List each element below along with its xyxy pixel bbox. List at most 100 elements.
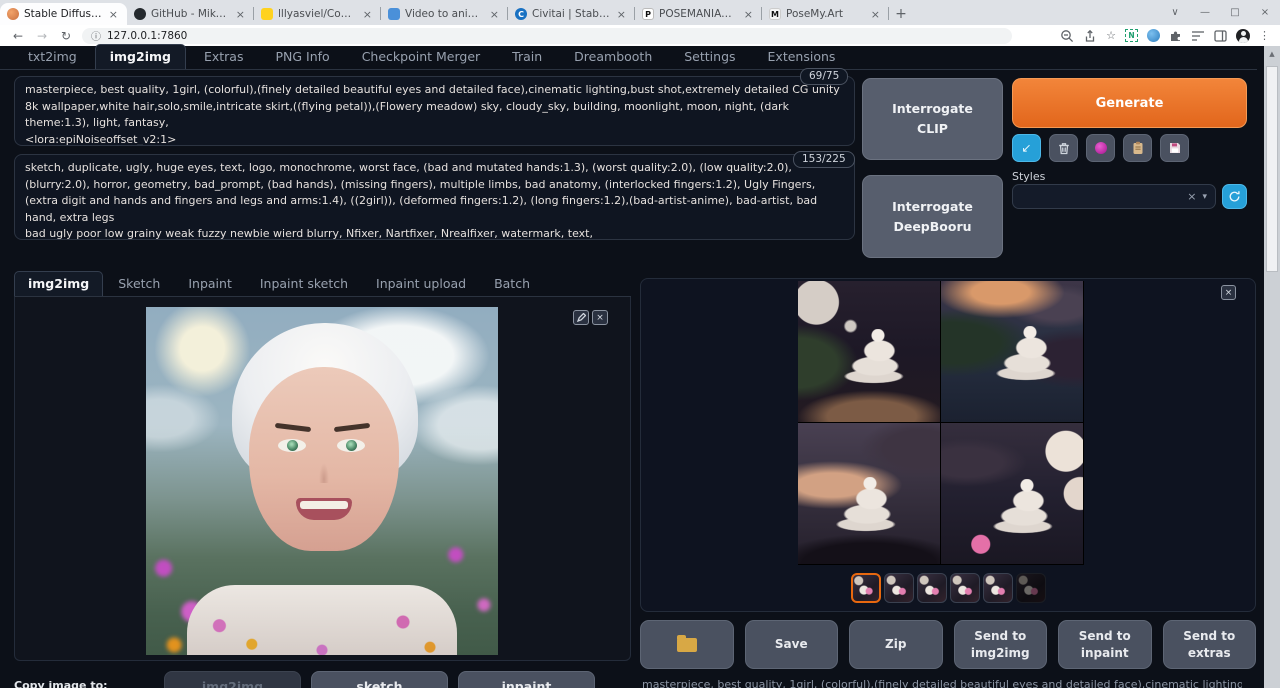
send-to-extras-button[interactable]: Send to extras — [1163, 620, 1257, 669]
folder-icon — [677, 638, 697, 652]
edit-image-button[interactable] — [573, 310, 589, 325]
tab-dreambooth[interactable]: Dreambooth — [560, 45, 666, 69]
favicon-posemyart: M — [769, 8, 781, 20]
save-button[interactable]: Save — [745, 620, 839, 669]
tab-png-info[interactable]: PNG Info — [261, 45, 343, 69]
browser-tab-github[interactable]: GitHub - Mikubill/sd-webui-con × — [127, 3, 254, 25]
browser-tab-posemyart[interactable]: M PoseMy.Art × — [762, 3, 889, 25]
site-info-icon[interactable]: ⓘ — [91, 28, 101, 43]
gallery-image-4[interactable] — [941, 423, 1083, 564]
webui-nav-tabs: txt2img img2img Extras PNG Info Checkpoi… — [0, 46, 1257, 70]
tab-title: lllyasviel/ControlNet at main — [278, 8, 356, 20]
interrogate-clip-button[interactable]: Interrogate CLIP — [862, 78, 1003, 160]
paste-params-button[interactable]: ↙ — [1012, 134, 1041, 162]
favicon-civitai: C — [515, 8, 527, 20]
browser-menu-icon[interactable]: ⋮ — [1259, 29, 1270, 42]
new-tab-button[interactable]: + — [889, 3, 913, 25]
browser-tab-civitai[interactable]: C Civitai | Stable Diffusion models × — [508, 3, 635, 25]
tab-txt2img[interactable]: txt2img — [14, 45, 91, 69]
apply-styles-button[interactable] — [1123, 134, 1152, 162]
thumbnail-2[interactable] — [884, 573, 914, 603]
zip-button[interactable]: Zip — [849, 620, 943, 669]
back-icon[interactable]: ← — [10, 29, 26, 43]
tab-inpaint[interactable]: Inpaint — [175, 272, 245, 296]
tab-search-chevron-icon[interactable]: ∨ — [1160, 7, 1190, 18]
thumbnail-6[interactable] — [1016, 573, 1046, 603]
send-to-inpaint-button[interactable]: Send to inpaint — [1058, 620, 1152, 669]
browser-tab-controlnet[interactable]: lllyasviel/ControlNet at main × — [254, 3, 381, 25]
negative-prompt-input[interactable]: sketch, duplicate, ugly, huge eyes, text… — [14, 154, 855, 240]
gallery-image-2[interactable] — [941, 281, 1083, 422]
minimize-icon[interactable]: — — [1190, 7, 1220, 18]
tab-close-icon[interactable]: × — [615, 8, 628, 21]
copy-to-sketch-button[interactable]: sketch — [311, 671, 448, 688]
gallery-grid-image[interactable] — [798, 281, 1084, 565]
paste-arrow-icon: ↙ — [1021, 141, 1031, 155]
thumbnail-5[interactable] — [983, 573, 1013, 603]
tab-sketch[interactable]: Sketch — [105, 272, 173, 296]
close-window-icon[interactable]: × — [1250, 7, 1280, 18]
scroll-up-icon[interactable]: ▲ — [1264, 46, 1280, 62]
scrollbar-thumb[interactable] — [1266, 66, 1278, 272]
extension-n-icon[interactable]: N — [1125, 29, 1138, 42]
thumbnail-3[interactable] — [917, 573, 947, 603]
prompt-input[interactable]: masterpiece, best quality, 1girl, (color… — [14, 76, 855, 146]
url-text: 127.0.0.1:7860 — [107, 30, 187, 42]
gallery-image-1[interactable] — [798, 281, 940, 422]
tab-close-icon[interactable]: × — [869, 8, 882, 21]
browser-tab-stable-diffusion[interactable]: Stable Diffusion × — [0, 3, 127, 25]
share-icon[interactable] — [1083, 29, 1097, 43]
reload-icon[interactable]: ↻ — [58, 29, 74, 43]
address-bar[interactable]: ⓘ 127.0.0.1:7860 — [82, 28, 1012, 44]
pencil-icon — [577, 313, 586, 322]
favicon-github — [134, 8, 146, 20]
thumbnail-1-selected[interactable] — [851, 573, 881, 603]
clear-prompt-button[interactable] — [1049, 134, 1078, 162]
page-scrollbar[interactable]: ▲ — [1264, 46, 1280, 688]
reading-list-icon[interactable] — [1191, 30, 1205, 42]
gallery-close-button[interactable]: × — [1221, 285, 1236, 300]
extension-blue-icon[interactable] — [1147, 29, 1160, 42]
browser-tab-posemaniacs[interactable]: P POSEMANIACS - Royalty free 3 × — [635, 3, 762, 25]
styles-dropdown[interactable]: × ▾ — [1012, 184, 1216, 209]
thumbnail-4[interactable] — [950, 573, 980, 603]
tab-img2img[interactable]: img2img — [95, 44, 186, 69]
tab-settings[interactable]: Settings — [670, 45, 749, 69]
tab-close-icon[interactable]: × — [742, 8, 755, 21]
extra-networks-button[interactable] — [1086, 134, 1115, 162]
browser-tab-gif-converter[interactable]: Video to animated GIF converter × — [381, 3, 508, 25]
tab-extensions[interactable]: Extensions — [754, 45, 850, 69]
generate-button[interactable]: Generate — [1012, 78, 1247, 128]
copy-to-img2img-button: img2img — [164, 671, 301, 688]
clipboard-icon — [1132, 141, 1144, 155]
tab-batch[interactable]: Batch — [481, 272, 543, 296]
tab-close-icon[interactable]: × — [107, 8, 120, 21]
tab-close-icon[interactable]: × — [488, 8, 501, 21]
bookmark-star-icon[interactable]: ☆ — [1106, 29, 1116, 42]
tab-img2img-mode[interactable]: img2img — [14, 271, 103, 296]
styles-clear-icon[interactable]: × — [1187, 190, 1196, 203]
zoom-icon[interactable] — [1060, 29, 1074, 43]
save-style-button[interactable] — [1160, 134, 1189, 162]
tab-inpaint-sketch[interactable]: Inpaint sketch — [247, 272, 361, 296]
profile-avatar[interactable] — [1236, 29, 1250, 43]
source-image-area[interactable]: × — [14, 297, 631, 661]
refresh-styles-button[interactable] — [1222, 184, 1247, 209]
copy-to-inpaint-button[interactable]: inpaint — [458, 671, 595, 688]
tab-extras[interactable]: Extras — [190, 45, 258, 69]
remove-image-button[interactable]: × — [592, 310, 608, 325]
extensions-puzzle-icon[interactable] — [1169, 29, 1182, 42]
send-to-img2img-button[interactable]: Send to img2img — [954, 620, 1048, 669]
gallery-image-3[interactable] — [798, 423, 940, 564]
tab-train[interactable]: Train — [498, 45, 556, 69]
open-folder-button[interactable] — [640, 620, 734, 669]
side-panel-icon[interactable] — [1214, 30, 1227, 42]
maximize-icon[interactable]: □ — [1220, 7, 1250, 18]
tab-close-icon[interactable]: × — [234, 8, 247, 21]
source-image-portrait — [146, 307, 498, 655]
tab-checkpoint-merger[interactable]: Checkpoint Merger — [348, 45, 494, 69]
tab-close-icon[interactable]: × — [361, 8, 374, 21]
tab-inpaint-upload[interactable]: Inpaint upload — [363, 272, 479, 296]
forward-icon[interactable]: → — [34, 29, 50, 43]
interrogate-deepbooru-button[interactable]: Interrogate DeepBooru — [862, 175, 1003, 258]
